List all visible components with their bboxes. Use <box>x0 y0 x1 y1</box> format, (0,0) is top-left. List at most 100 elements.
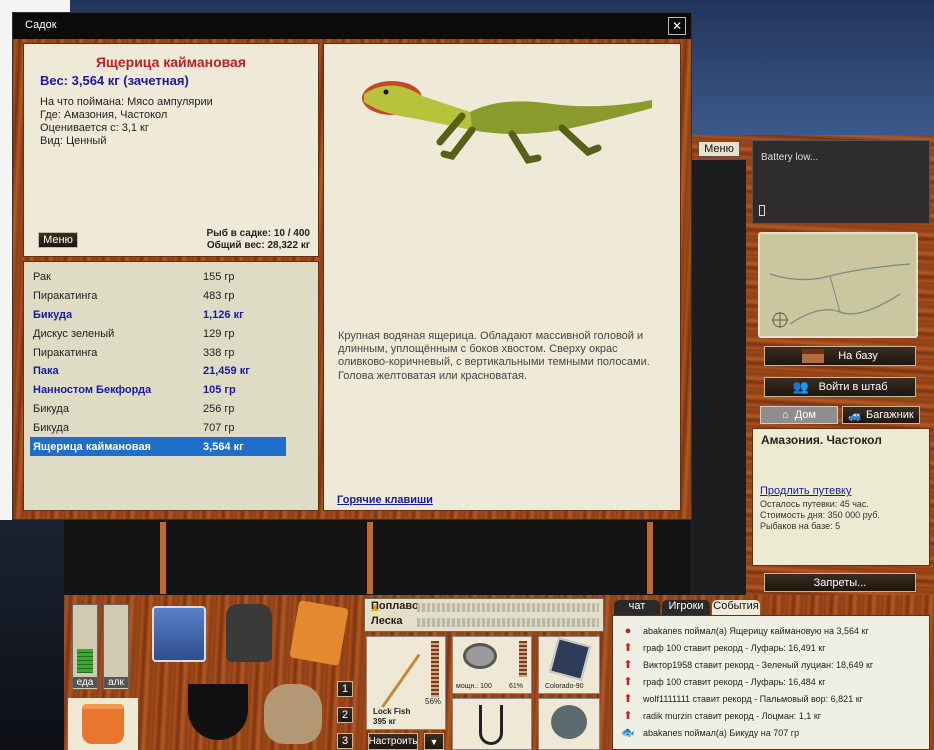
sack-icon[interactable] <box>264 684 322 744</box>
catch-row[interactable]: Бикуда 707 гр <box>30 418 286 437</box>
rod-stand-2 <box>367 522 373 594</box>
record-arrow-icon: ⬆ <box>623 642 633 654</box>
event-row: ⬆ граф 100 ставит рекорд - Луфарь: 16,491… <box>613 639 929 656</box>
slot-2-button[interactable]: 2 <box>337 707 353 723</box>
fish-event-icon: 🐟 <box>621 727 635 739</box>
catch-row[interactable]: Пака 21,459 кг <box>30 362 286 381</box>
record-arrow-icon: ⬆ <box>623 659 633 671</box>
map-scroll[interactable] <box>758 232 918 338</box>
catch-dialog: Садок ✕ Ящерица каймановая Вес: 3,564 кг… <box>12 12 692 520</box>
catch-row[interactable]: Нанностом Бекфорда 105 гр <box>30 381 286 400</box>
catch-row-selected[interactable]: Ящерица каймановая 3,564 кг <box>30 437 286 456</box>
location-panel: Амазония. Частокол Продлить путевку Оста… <box>752 428 930 566</box>
rod-stand-3 <box>647 522 653 594</box>
hq-button[interactable]: 👥 Войти в штаб <box>764 377 916 397</box>
bucket-slot[interactable] <box>68 698 138 750</box>
people-icon: 👥 <box>792 379 809 394</box>
battery-panel: Battery low... <box>752 140 930 224</box>
fish-picture-panel: Крупная водяная ящерица. Обладают массив… <box>323 43 681 511</box>
hook-icon <box>479 705 503 745</box>
alc-gauge: алк <box>103 604 129 690</box>
chat-tab-players[interactable]: Игроки <box>662 600 710 615</box>
notebook-icon[interactable] <box>289 600 349 666</box>
chat-tab-events[interactable]: События <box>712 600 760 615</box>
rod-stand-1 <box>160 522 166 594</box>
hotkeys-link[interactable]: Горячие клавиши <box>337 494 433 506</box>
hook-slot[interactable] <box>452 698 532 750</box>
fish-bait: На что поймана: Мясо ампулярии <box>40 96 213 108</box>
rod-weight: 395 кг <box>373 717 396 726</box>
record-arrow-icon: ⬆ <box>623 710 633 722</box>
bait-name: Colorado-90 <box>545 683 584 690</box>
fish-name: Ящерица каймановая <box>95 54 246 70</box>
record-arrow-icon: ⬆ <box>623 676 633 688</box>
fish-weight: Вес: 3,564 кг (зачетная) <box>40 73 189 88</box>
slot-1-button[interactable]: 1 <box>337 681 353 697</box>
close-button[interactable]: ✕ <box>668 17 686 35</box>
car-icon: 🚙 <box>848 409 863 422</box>
food-label: еда <box>73 677 97 688</box>
extend-link[interactable]: Продлить путевку <box>760 485 929 497</box>
game-view-dark <box>690 160 746 595</box>
bucket-icon <box>82 704 124 744</box>
line-label: Леска <box>371 615 403 627</box>
event-row: ⬆ граф 100 ставит рекорд - Луфарь: 16,484… <box>613 673 929 690</box>
rod-slot[interactable]: 56% Lock Fish 395 кг <box>366 636 446 730</box>
caiman-lizard-image <box>362 81 652 164</box>
house-icon <box>802 349 825 363</box>
event-row: ⬆ wolf1111111 ставит рекорд - Пальмовый в… <box>613 690 929 707</box>
fish-kind: Вид: Ценный <box>40 135 107 147</box>
day-cost: Стоимость дня: 350 000 руб. <box>760 510 880 520</box>
dropdown-arrow-button[interactable]: ▼ <box>424 733 444 750</box>
catch-row[interactable]: Пиракатинга 338 гр <box>30 343 286 362</box>
reel-pct: 61% <box>509 683 524 690</box>
fish-description: Крупная водяная ящерица. Обладают массив… <box>338 330 650 382</box>
location-title: Амазония. Частокол <box>761 433 882 447</box>
catch-list-panel: Рак 155 гр Пиракатинга 483 гр Бикуда 1,126 … <box>23 261 319 511</box>
fish-count: Рыб в садке: 10 / 400 <box>206 228 310 239</box>
bans-button[interactable]: Запреты... <box>764 573 916 592</box>
battery-icon <box>759 205 765 216</box>
rod-icon <box>381 653 421 708</box>
rod-pct: 56% <box>425 697 442 706</box>
reel-power: мощн.: 100 <box>456 683 492 690</box>
fish-min-weight: Оценивается с: 3,1 кг <box>40 122 149 134</box>
menu-button[interactable]: Меню <box>38 232 78 248</box>
catch-row[interactable]: Бикуда 256 гр <box>30 400 286 419</box>
fish-location: Где: Амазония, Частокол <box>40 109 168 121</box>
fish-info-panel: Ящерица каймановая Вес: 3,564 кг (зачетн… <box>23 43 319 257</box>
menu-button-right[interactable]: Меню <box>698 141 740 157</box>
float-event-icon: ● <box>624 624 632 637</box>
event-row: ⬆ Виктор1958 ставит рекорд - Зеленый луци… <box>613 656 929 673</box>
rod-name: Lock Fish <box>373 707 411 716</box>
bait-slot[interactable]: Colorado-90 <box>538 636 600 694</box>
food-gauge: еда <box>72 604 98 690</box>
catch-row[interactable]: Бикуда 1,126 кг <box>30 306 286 325</box>
catch-list: Рак 155 гр Пиракатинга 483 гр Бикуда 1,126 … <box>30 268 286 456</box>
tab-trunk[interactable]: 🚙 Багажник <box>842 406 920 424</box>
rod-gauge <box>431 641 439 697</box>
food-level <box>77 649 93 673</box>
float-bar <box>417 603 599 612</box>
record-arrow-icon: ⬆ <box>623 693 633 705</box>
tab-home[interactable]: ⌂ Дом <box>760 406 838 424</box>
setup-button[interactable]: Настроить <box>368 733 418 750</box>
dialog-title: Садок <box>25 19 57 31</box>
backpack-icon[interactable] <box>226 604 272 662</box>
chat-tab-chat[interactable]: чат <box>614 600 660 615</box>
catch-row[interactable]: Рак 155 гр <box>30 268 286 287</box>
map-icon <box>769 263 911 328</box>
home-icon: ⌂ <box>782 409 789 421</box>
reel-slot[interactable]: мощн.: 100 61% <box>452 636 532 694</box>
bait-icon <box>548 637 592 681</box>
lure-slot[interactable] <box>538 698 600 750</box>
reel-gauge <box>519 641 527 677</box>
tackle-box-icon[interactable] <box>152 606 206 662</box>
ticket-left: Осталось путевки: 45 час. <box>760 499 869 509</box>
catch-row[interactable]: Дискус зеленый 129 гр <box>30 324 286 343</box>
battery-text: Battery low... <box>761 152 819 163</box>
slot-3-button[interactable]: 3 <box>337 733 353 749</box>
events-list: ● abakanes поймал(а) Ящерицу каймановую н… <box>613 622 929 741</box>
to-base-button[interactable]: На базу <box>764 346 916 366</box>
catch-row[interactable]: Пиракатинга 483 гр <box>30 287 286 306</box>
